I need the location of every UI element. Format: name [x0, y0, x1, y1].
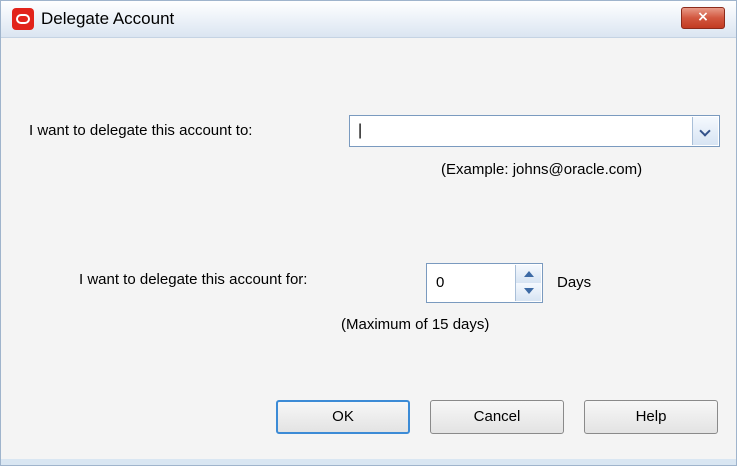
cancel-button[interactable]: Cancel — [430, 400, 564, 434]
title-bar[interactable]: Delegate Account × — [1, 1, 736, 38]
max-days-note: (Maximum of 15 days) — [341, 316, 490, 333]
delegate-to-example: (Example: johns@oracle.com) — [441, 161, 643, 178]
help-button[interactable]: Help — [584, 400, 718, 434]
spin-down-arrow-icon[interactable] — [515, 283, 541, 301]
oracle-logo-icon — [12, 8, 34, 30]
days-stepper[interactable]: 0 — [426, 263, 543, 303]
close-button[interactable]: × — [681, 7, 725, 29]
delegate-for-label: I want to delegate this account for: — [79, 271, 308, 288]
delegate-to-input[interactable]: | — [358, 122, 362, 140]
days-input[interactable]: 0 — [436, 274, 444, 291]
delegate-to-label: I want to delegate this account to: — [29, 122, 253, 139]
delegate-to-combobox[interactable]: | — [349, 115, 720, 147]
dialog-window: Delegate Account × I want to delegate th… — [0, 0, 737, 466]
window-title: Delegate Account — [41, 9, 175, 28]
ok-button[interactable]: OK — [276, 400, 410, 434]
chevron-down-icon[interactable] — [692, 117, 718, 145]
spin-up-arrow-icon[interactable] — [515, 265, 541, 283]
days-unit-label: Days — [557, 274, 592, 291]
bottom-border — [1, 459, 736, 465]
